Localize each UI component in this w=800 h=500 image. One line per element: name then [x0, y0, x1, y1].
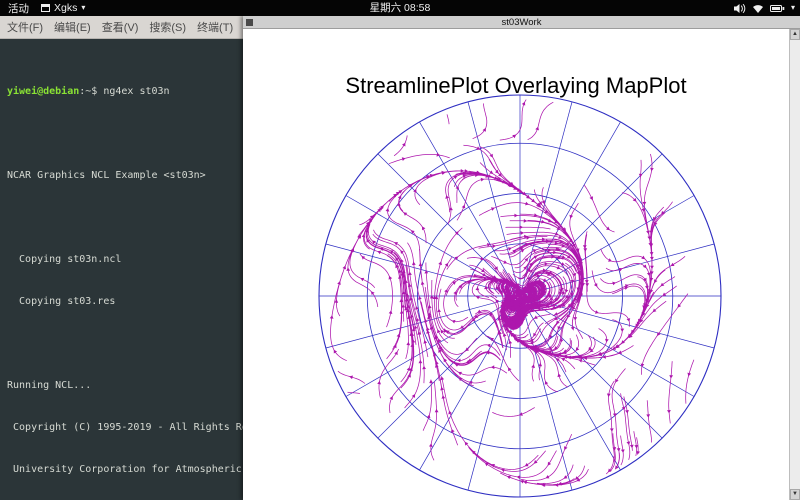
system-tray[interactable]: ▾ [733, 0, 795, 16]
menu-search[interactable]: 搜索(S) [149, 19, 186, 35]
terminal-output[interactable]: yiwei@debian:~$ ng4ex st03n NCAR Graphic… [0, 39, 296, 500]
terminal-line: Copyright (C) 1995-2019 - All Rights Res… [7, 422, 284, 433]
terminal-line: Copying st03n.ncl [7, 254, 122, 265]
terminal-line: NCAR Graphics NCL Example <st03n> [7, 170, 206, 181]
menu-view[interactable]: 查看(V) [102, 19, 139, 35]
plot-canvas: StreamlinePlot Overlaying MapPlot [243, 29, 789, 500]
window-titlebar[interactable]: st03Work [243, 16, 800, 29]
terminal-line: Copying st03.res [7, 296, 116, 307]
scroll-up-button[interactable]: ▲ [790, 29, 800, 40]
terminal-line: Running NCL... [7, 380, 92, 391]
command-text: ng4ex st03n [103, 86, 170, 97]
volume-icon [733, 3, 746, 14]
scroll-down-button[interactable]: ▼ [790, 489, 800, 500]
menu-terminal[interactable]: 终端(T) [197, 19, 233, 35]
top-bar: 活动 Xgks ▾ 星期六 08:58 ▾ [0, 0, 800, 16]
prompt-line: yiwei@debian:~$ ng4ex st03n [7, 85, 236, 99]
terminal-menubar: 文件(F) 编辑(E) 查看(V) 搜索(S) 终端(T) 帮助(H) [0, 16, 243, 39]
prompt-suffix: :~$ [79, 86, 104, 97]
st03work-window: st03Work StreamlinePlot Overlaying MapPl… [243, 16, 800, 500]
network-icon [752, 3, 764, 14]
menu-edit[interactable]: 编辑(E) [54, 19, 91, 35]
battery-icon [769, 4, 785, 13]
window-menu-icon[interactable] [246, 19, 253, 26]
terminal-window: 文件(F) 编辑(E) 查看(V) 搜索(S) 终端(T) 帮助(H) yiwe… [0, 16, 296, 500]
streamline-map-plot [318, 94, 722, 498]
terminal-line: University Corporation for Atmospheric R… [7, 464, 296, 475]
window-title: st03Work [501, 17, 542, 28]
menu-file[interactable]: 文件(F) [7, 19, 43, 35]
prompt: yiwei@debian [7, 86, 80, 97]
clock[interactable]: 星期六 08:58 [0, 0, 800, 16]
vertical-scrollbar[interactable]: ▲ ▼ [789, 29, 800, 500]
chevron-down-icon: ▾ [790, 3, 795, 12]
plot-title: StreamlinePlot Overlaying MapPlot [345, 73, 687, 98]
